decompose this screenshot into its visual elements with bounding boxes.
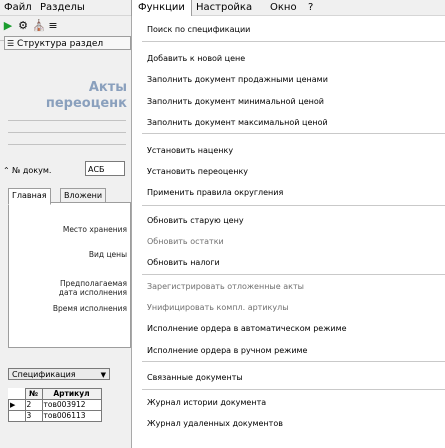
price-type-label: Вид цены <box>88 250 127 259</box>
row-indicator <box>8 410 26 422</box>
menu-item-apply-rounding[interactable]: Применить правила округления <box>147 187 283 198</box>
menu-item-set-revaluation[interactable]: Установить переоценку <box>147 166 248 177</box>
list-icon[interactable]: ≡ <box>47 20 59 32</box>
menu-item-unify-articles[interactable]: Унифицировать компл. артикулы <box>147 302 289 313</box>
menu-item-deleted-log[interactable]: Журнал удаленных документов <box>147 418 283 429</box>
structure-button[interactable]: ☰ Структура раздел <box>4 36 131 50</box>
row-number: 2 <box>24 399 43 411</box>
menu-sections[interactable]: Разделы <box>40 0 85 15</box>
collapse-icon[interactable]: ⌃ <box>3 166 10 175</box>
toolbar: ▶ ⚙ ⛪ ≡ <box>0 16 131 38</box>
menu-item-update-taxes[interactable]: Обновить налоги <box>147 257 220 268</box>
storage-place-label: Место хранения <box>62 225 127 234</box>
divider <box>8 120 126 121</box>
menu-functions[interactable]: Функции <box>131 0 192 16</box>
menu-separator <box>142 274 445 275</box>
menu-item-related-docs[interactable]: Связанные документы <box>147 372 243 383</box>
menu-item-fill-min-price[interactable]: Заполнить документ минимальной ценой <box>147 96 324 107</box>
doc-number-field[interactable]: АСБ <box>85 161 125 176</box>
menu-item-set-markup[interactable]: Установить наценку <box>147 145 233 156</box>
table-row[interactable]: 3 тов006113 <box>8 410 102 422</box>
tab-main[interactable]: Главная <box>8 188 51 205</box>
title-line-2: переоценк <box>45 96 127 111</box>
menu-item-update-stock[interactable]: Обновить остатки <box>147 236 224 247</box>
menu-item-manual-order[interactable]: Исполнение ордера в ручном режиме <box>147 345 307 356</box>
menu-item-auto-order[interactable]: Исполнение ордера в автоматическом режим… <box>147 323 347 334</box>
menu-separator <box>142 361 445 362</box>
execution-date-label: дата исполнения <box>58 288 127 297</box>
menu-item-update-old-price[interactable]: Обновить старую цену <box>147 215 244 226</box>
menu-item-search-spec[interactable]: Поиск по спецификации <box>147 24 250 35</box>
building-icon[interactable]: ⛪ <box>32 20 46 32</box>
menu-settings[interactable]: Настройка <box>196 0 252 15</box>
menu-separator <box>142 205 445 206</box>
structure-icon: ☰ <box>7 39 15 48</box>
table-header-row: № Артикул <box>8 388 102 400</box>
menu-separator <box>142 133 445 134</box>
specification-button[interactable]: Спецификация ▼ <box>8 368 110 380</box>
title-line-1: Акты <box>88 80 127 95</box>
menu-help[interactable]: ? <box>308 0 313 15</box>
menu-item-fill-max-price[interactable]: Заполнить документ максимальной ценой <box>147 117 328 128</box>
current-row-icon: ▶ <box>8 399 26 411</box>
planned-label: Предполагаемая <box>60 279 127 288</box>
menu-file[interactable]: Файл <box>4 0 32 15</box>
menu-separator <box>142 41 445 42</box>
doc-number-label: № докум. <box>12 166 52 175</box>
row-indicator-header <box>8 388 25 400</box>
menu-item-history-log[interactable]: Журнал истории документа <box>147 397 266 408</box>
row-article: тов003912 <box>41 399 102 411</box>
column-header-number[interactable]: № <box>24 388 43 400</box>
menu-item-fill-sale-prices[interactable]: Заполнить документ продажными ценами <box>147 74 328 85</box>
tab-container: Главная Вложени Место хранения Вид цены … <box>8 188 131 348</box>
chevron-down-icon: ▼ <box>100 371 106 379</box>
divider <box>8 132 126 133</box>
specification-label: Спецификация <box>12 370 76 379</box>
menu-window[interactable]: Окно <box>270 0 297 15</box>
divider <box>8 144 126 145</box>
menu-bar: Файл Разделы Функции Настройка Окно ? <box>0 0 445 16</box>
document-panel: ▶ ⚙ ⛪ ≡ ☰ Структура раздел Акты переоцен… <box>0 16 132 448</box>
structure-label: Структура раздел <box>17 39 104 49</box>
menu-item-add-new-price[interactable]: Добавить к новой цене <box>147 53 245 64</box>
column-header-article[interactable]: Артикул <box>41 388 102 400</box>
table-row[interactable]: ▶ 2 тов003912 <box>8 399 102 411</box>
row-number: 3 <box>24 410 43 422</box>
tab-panel: Место хранения Вид цены Предполагаемая д… <box>8 202 131 348</box>
execution-time-label: Время исполнения <box>52 304 127 313</box>
functions-dropdown: Поиск по спецификации Добавить к новой ц… <box>132 16 445 448</box>
document-title: Акты переоценк <box>0 80 131 112</box>
green-arrow-icon[interactable]: ▶ <box>2 20 14 32</box>
row-article: тов006113 <box>41 410 102 422</box>
menu-item-register-deferred[interactable]: Зарегистрировать отложенные акты <box>147 281 304 292</box>
settings-icon[interactable]: ⚙ <box>17 20 29 32</box>
menu-separator <box>142 389 445 390</box>
specification-table: № Артикул ▶ 2 тов003912 3 тов006113 <box>8 388 102 422</box>
